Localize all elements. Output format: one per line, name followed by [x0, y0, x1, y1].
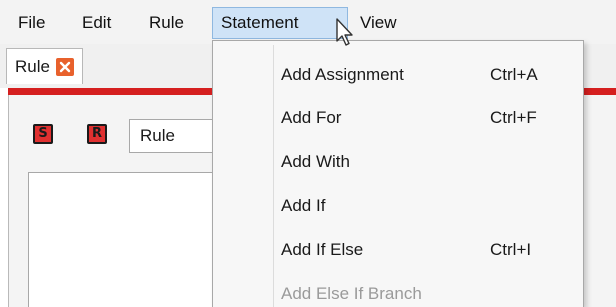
- menu-item-add-if[interactable]: Add If: [213, 186, 583, 226]
- menu-item-add-if-else[interactable]: Add If Else Ctrl+I: [213, 230, 583, 270]
- menu-item-label: Add If Else: [281, 240, 364, 259]
- menu-file[interactable]: File: [10, 8, 53, 38]
- r-button[interactable]: R: [87, 124, 107, 144]
- menu-item-label: Add With: [281, 152, 350, 171]
- tab-rule[interactable]: Rule: [6, 48, 83, 84]
- rule-name-field[interactable]: Rule: [129, 119, 219, 153]
- menu-bar: File Edit Rule Statement View: [0, 0, 616, 44]
- menu-item-add-else-if-branch: Add Else If Branch: [213, 274, 583, 307]
- s-button[interactable]: S: [33, 124, 53, 144]
- menu-item-shortcut: Ctrl+A: [490, 65, 538, 84]
- s-button-label: S: [35, 126, 51, 142]
- menu-rule[interactable]: Rule: [141, 8, 192, 38]
- menu-item-add-assignment[interactable]: Add Assignment Ctrl+A: [213, 55, 583, 95]
- menu-edit[interactable]: Edit: [74, 8, 119, 38]
- menu-item-shortcut: Ctrl+I: [490, 240, 532, 259]
- menu-item-add-with[interactable]: Add With: [213, 142, 583, 182]
- rule-editor-area[interactable]: [28, 172, 219, 307]
- mouse-cursor-icon: [336, 18, 353, 46]
- statement-menu: Add Assignment Ctrl+A Add For Ctrl+F Add…: [212, 40, 584, 307]
- menu-statement[interactable]: Statement: [212, 7, 348, 39]
- menu-view[interactable]: View: [352, 8, 405, 38]
- tab-label: Rule: [15, 56, 50, 76]
- menu-item-add-for[interactable]: Add For Ctrl+F: [213, 98, 583, 138]
- menu-item-label: Add Assignment: [281, 65, 404, 84]
- r-button-label: R: [89, 126, 105, 142]
- menu-item-shortcut: Ctrl+F: [490, 108, 537, 127]
- menu-item-label: Add For: [281, 108, 342, 127]
- menu-item-label: Add If: [281, 196, 326, 215]
- close-icon[interactable]: [55, 57, 74, 76]
- menu-item-label: Add Else If Branch: [281, 284, 422, 303]
